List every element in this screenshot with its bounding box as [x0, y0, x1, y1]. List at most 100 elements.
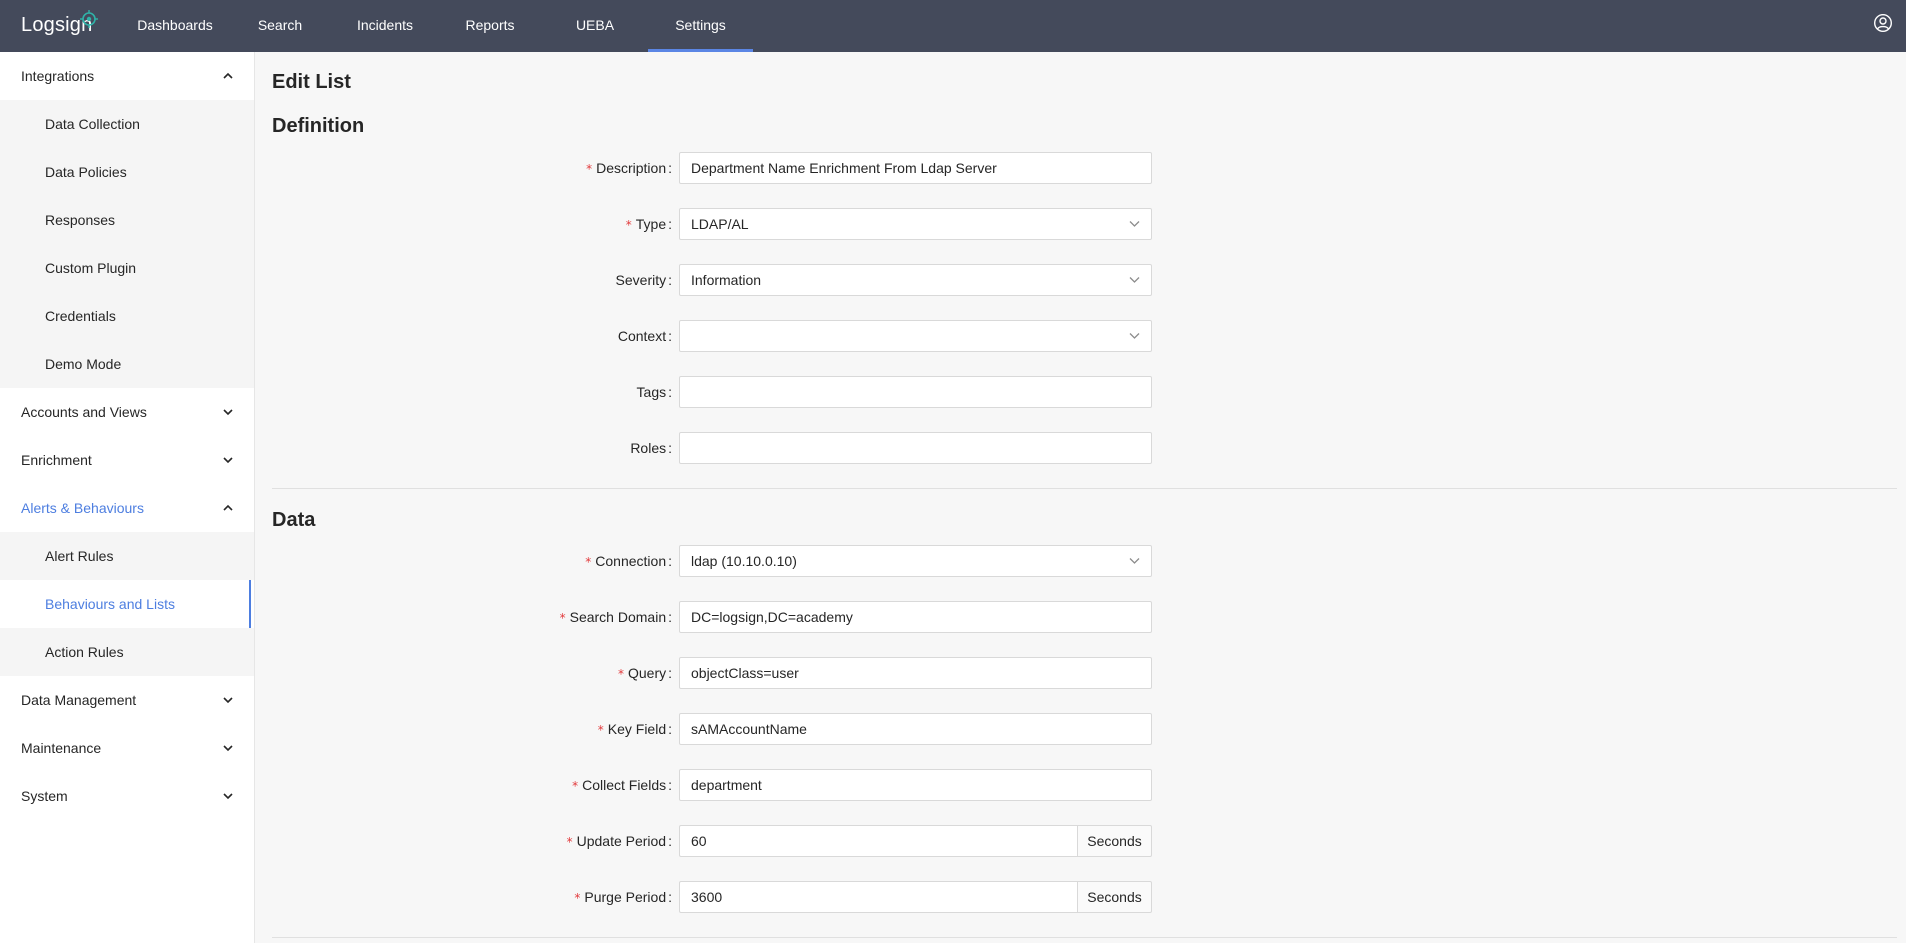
purge-period-input[interactable]: 3600 — [679, 881, 1077, 913]
sidebar-item-credentials[interactable]: Credentials — [0, 292, 254, 340]
type-row: * Type: LDAP/AL — [272, 208, 1152, 240]
data-section-title: Data — [272, 509, 316, 531]
connection-select[interactable]: ldap (10.10.0.10) — [679, 545, 1152, 577]
nav-settings[interactable]: Settings — [648, 0, 753, 52]
roles-row: Roles: — [272, 432, 1152, 464]
sidebar-item-action-rules[interactable]: Action Rules — [0, 628, 254, 676]
sidebar-group-system[interactable]: System — [0, 772, 254, 820]
sidebar-submenu-integrations: Data Collection Data Policies Responses … — [0, 100, 254, 388]
sidebar-group-data-management[interactable]: Data Management — [0, 676, 254, 724]
sidebar-group-label: System — [21, 788, 68, 804]
roles-input[interactable] — [679, 432, 1152, 464]
chevron-down-icon — [223, 457, 233, 464]
sidebar-group-label: Integrations — [21, 68, 95, 84]
chevron-down-icon — [1129, 558, 1140, 564]
sidebar-group-label: Accounts and Views — [21, 404, 147, 420]
chevron-up-icon — [223, 504, 233, 511]
settings-sidebar: Integrations Data Collection Data Polici… — [0, 52, 255, 943]
purge-period-label: * Purge Period: — [574, 889, 672, 905]
update-period-label: * Update Period: — [566, 833, 672, 849]
sidebar-group-label: Enrichment — [21, 452, 92, 468]
chevron-down-icon — [223, 697, 233, 704]
sidebar-group-integrations[interactable]: Integrations — [0, 52, 254, 100]
sidebar-group-label: Maintenance — [21, 740, 102, 756]
key-field-input[interactable]: sAMAccountName — [679, 713, 1152, 745]
user-circle-icon[interactable] — [1873, 13, 1893, 33]
top-navigation-bar: Logsign Dashboards Search Incidents Repo… — [0, 0, 1906, 52]
search-domain-input[interactable]: DC=logsign,DC=academy — [679, 601, 1152, 633]
update-period-unit: Seconds — [1077, 825, 1152, 857]
chevron-down-icon — [223, 745, 233, 752]
search-domain-row: * Search Domain: DC=logsign,DC=academy — [272, 601, 1152, 633]
tags-row: Tags: — [272, 376, 1152, 408]
logo-mark-icon — [80, 10, 98, 28]
sidebar-item-data-policies[interactable]: Data Policies — [0, 148, 254, 196]
required-mark: * — [586, 162, 593, 176]
description-row: * Description: Department Name Enrichment… — [272, 152, 1152, 184]
definition-section-title: Definition — [272, 115, 365, 137]
sidebar-group-accounts-and-views[interactable]: Accounts and Views — [0, 388, 254, 436]
type-label: * Type: — [625, 216, 672, 232]
required-mark: * — [585, 555, 592, 569]
key-field-label: * Key Field: — [597, 721, 672, 737]
severity-select-value: Information — [691, 272, 762, 288]
nav-dashboards[interactable]: Dashboards — [124, 0, 226, 52]
search-domain-label: * Search Domain: — [559, 609, 672, 625]
sidebar-group-enrichment[interactable]: Enrichment — [0, 436, 254, 484]
context-row: Context: — [272, 320, 1152, 352]
chevron-down-icon — [1129, 277, 1140, 283]
nav-reports[interactable]: Reports — [456, 0, 524, 52]
sidebar-item-custom-plugin[interactable]: Custom Plugin — [0, 244, 254, 292]
required-mark: * — [574, 891, 581, 905]
type-select-value: LDAP/AL — [691, 216, 749, 232]
severity-select[interactable]: Information — [679, 264, 1152, 296]
roles-label: Roles: — [630, 440, 672, 456]
sidebar-group-alerts-and-behaviours[interactable]: Alerts & Behaviours — [0, 484, 254, 532]
required-mark: * — [597, 723, 604, 737]
nav-search[interactable]: Search — [250, 0, 310, 52]
connection-select-value: ldap (10.10.0.10) — [691, 553, 797, 569]
required-mark: * — [617, 667, 624, 681]
purge-period-row: * Purge Period: 3600 Seconds — [272, 881, 1152, 913]
tags-label: Tags: — [636, 384, 672, 400]
required-mark: * — [559, 611, 566, 625]
chevron-down-icon — [1129, 221, 1140, 227]
chevron-down-icon — [1129, 333, 1140, 339]
sidebar-item-data-collection[interactable]: Data Collection — [0, 100, 254, 148]
update-period-input[interactable]: 60 — [679, 825, 1077, 857]
query-label: * Query: — [617, 665, 672, 681]
collect-fields-label: * Collect Fields: — [572, 777, 672, 793]
description-input[interactable]: Department Name Enrichment From Ldap Ser… — [679, 152, 1152, 184]
tags-input[interactable] — [679, 376, 1152, 408]
sidebar-item-demo-mode[interactable]: Demo Mode — [0, 340, 254, 388]
severity-label: Severity: — [615, 272, 672, 288]
description-label: * Description: — [586, 160, 672, 176]
update-period-row: * Update Period: 60 Seconds — [272, 825, 1152, 857]
query-input[interactable]: objectClass=user — [679, 657, 1152, 689]
section-divider — [272, 488, 1897, 489]
sidebar-group-maintenance[interactable]: Maintenance — [0, 724, 254, 772]
chevron-up-icon — [223, 72, 233, 79]
purge-period-unit: Seconds — [1077, 881, 1152, 913]
nav-ueba[interactable]: UEBA — [565, 0, 625, 52]
purge-period-group: 3600 Seconds — [679, 881, 1152, 913]
query-row: * Query: objectClass=user — [272, 657, 1152, 689]
nav-incidents[interactable]: Incidents — [344, 0, 426, 52]
sidebar-group-label: Alerts & Behaviours — [21, 500, 144, 516]
sidebar-group-label: Data Management — [21, 692, 137, 708]
severity-row: Severity: Information — [272, 264, 1152, 296]
sidebar-submenu-alerts-and-behaviours: Alert Rules Behaviours and Lists Action … — [0, 532, 254, 676]
chevron-down-icon — [223, 409, 233, 416]
required-mark: * — [625, 218, 632, 232]
collect-fields-input[interactable]: department — [679, 769, 1152, 801]
context-label: Context: — [617, 328, 672, 344]
sidebar-item-alert-rules[interactable]: Alert Rules — [0, 532, 254, 580]
sidebar-item-behaviours-and-lists[interactable]: Behaviours and Lists — [0, 580, 254, 628]
context-select[interactable] — [679, 320, 1152, 352]
required-mark: * — [566, 835, 573, 849]
logsign-logo[interactable]: Logsign — [21, 10, 98, 40]
connection-label: * Connection: — [585, 553, 672, 569]
required-mark: * — [572, 779, 579, 793]
type-select[interactable]: LDAP/AL — [679, 208, 1152, 240]
sidebar-item-responses[interactable]: Responses — [0, 196, 254, 244]
